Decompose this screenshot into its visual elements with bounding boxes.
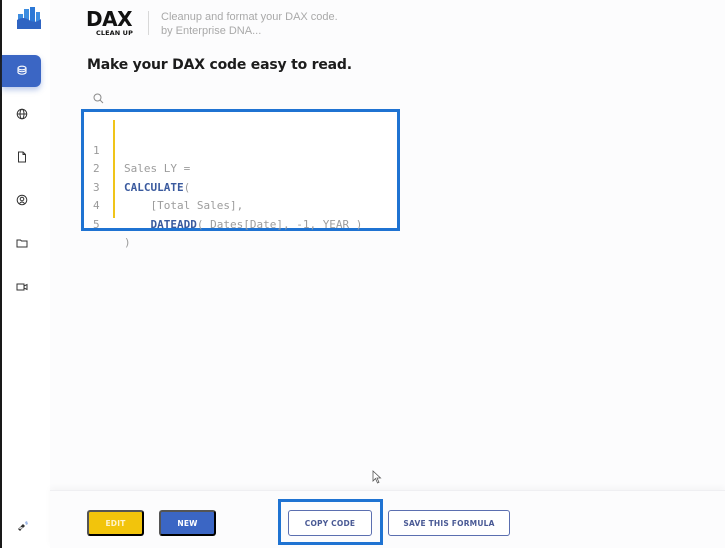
globe-icon: [16, 108, 27, 120]
brand-title: DAX: [86, 7, 133, 31]
code-lines: 1 Sales LY = 2 CALCULATE( 3 [Total Sales…: [84, 123, 397, 250]
sidebar-item-account[interactable]: [2, 184, 41, 216]
sidebar-item-document[interactable]: [2, 141, 41, 173]
code-line: 3 [Total Sales],: [84, 160, 397, 213]
save-formula-button[interactable]: SAVE THIS FORMULA: [388, 510, 510, 536]
layers-icon: [16, 65, 27, 75]
folder-icon: [16, 239, 27, 248]
brush-icon[interactable]: [16, 519, 30, 533]
document-icon: [17, 151, 26, 163]
code-line: 4 DATEADD( Dates[Date], -1, YEAR ): [84, 179, 397, 231]
edit-button[interactable]: EDIT: [87, 510, 144, 536]
copy-code-button[interactable]: COPY CODE: [288, 510, 372, 536]
new-button[interactable]: NEW: [159, 510, 216, 536]
code-text: DATEADD( Dates[Date], -1, YEAR ): [150, 217, 363, 231]
code-line: 5 ): [84, 197, 397, 250]
sidebar-item-layers[interactable]: [2, 55, 41, 87]
app-logo-icon[interactable]: [17, 7, 41, 29]
tagline-line-2: by Enterprise DNA...: [161, 25, 262, 37]
tagline-line-1: Cleanup and format your DAX code.: [161, 11, 338, 23]
code-line: 2 CALCULATE(: [84, 142, 397, 194]
code-editor[interactable]: 1 Sales LY = 2 CALCULATE( 3 [Total Sales…: [81, 109, 400, 250]
main-content: [50, 0, 725, 490]
sidebar-item-video[interactable]: [2, 271, 41, 303]
brand-divider: [148, 11, 149, 35]
sidebar-item-folder[interactable]: [2, 227, 41, 259]
line-number: 5: [93, 217, 100, 231]
sidebar: [2, 0, 50, 548]
tagline: Cleanup and format your DAX code. by Ent…: [161, 10, 338, 38]
code-keyword: DATEADD: [150, 217, 197, 231]
code-text: ): [124, 236, 131, 249]
page-title: Make your DAX code easy to read.: [87, 57, 352, 73]
user-circle-icon: [16, 194, 27, 206]
code-line: 1 Sales LY =: [84, 123, 397, 176]
mouse-cursor-icon: [372, 470, 382, 484]
video-icon: [16, 283, 27, 291]
brand-subtitle: CLEAN UP: [96, 29, 133, 37]
dax-cleanup-app: DAX CLEAN UP Cleanup and format your DAX…: [0, 0, 725, 548]
brand-logo: DAX CLEAN UP: [86, 7, 138, 37]
search-icon[interactable]: [93, 93, 104, 104]
sidebar-item-globe[interactable]: [2, 98, 41, 130]
